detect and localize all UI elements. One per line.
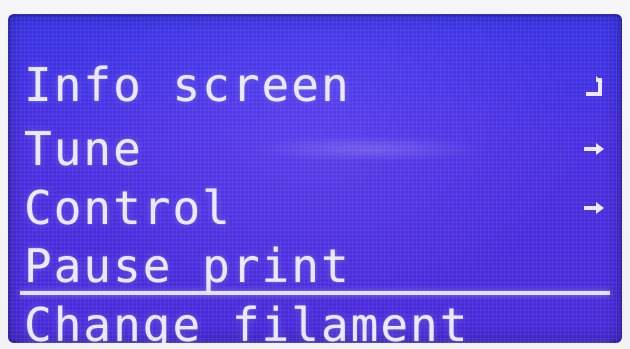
menu-item-pause-print[interactable]: Pause print bbox=[24, 241, 614, 291]
menu-item-label: Change filament bbox=[24, 298, 470, 343]
menu-item-tune[interactable]: Tune bbox=[24, 124, 614, 174]
menu-item-control[interactable]: Control bbox=[24, 183, 614, 233]
selection-top-line bbox=[20, 291, 610, 295]
chevron-right-icon bbox=[584, 202, 604, 214]
device-bezel: Info screen Tune Control Pause print Cha… bbox=[0, 0, 630, 349]
menu-item-change-filament[interactable]: Change filament bbox=[24, 300, 614, 343]
menu-item-label: Pause print bbox=[24, 239, 351, 293]
menu-item-info-screen[interactable]: Info screen bbox=[24, 60, 614, 110]
menu-item-label: Tune bbox=[24, 122, 143, 176]
back-icon bbox=[586, 76, 603, 96]
lcd-menu: Info screen Tune Control Pause print Cha… bbox=[24, 52, 614, 343]
menu-item-label: Control bbox=[24, 181, 232, 235]
chevron-right-icon bbox=[584, 143, 604, 155]
menu-item-label: Info screen bbox=[24, 58, 351, 112]
lcd-screen: Info screen Tune Control Pause print Cha… bbox=[8, 14, 622, 343]
